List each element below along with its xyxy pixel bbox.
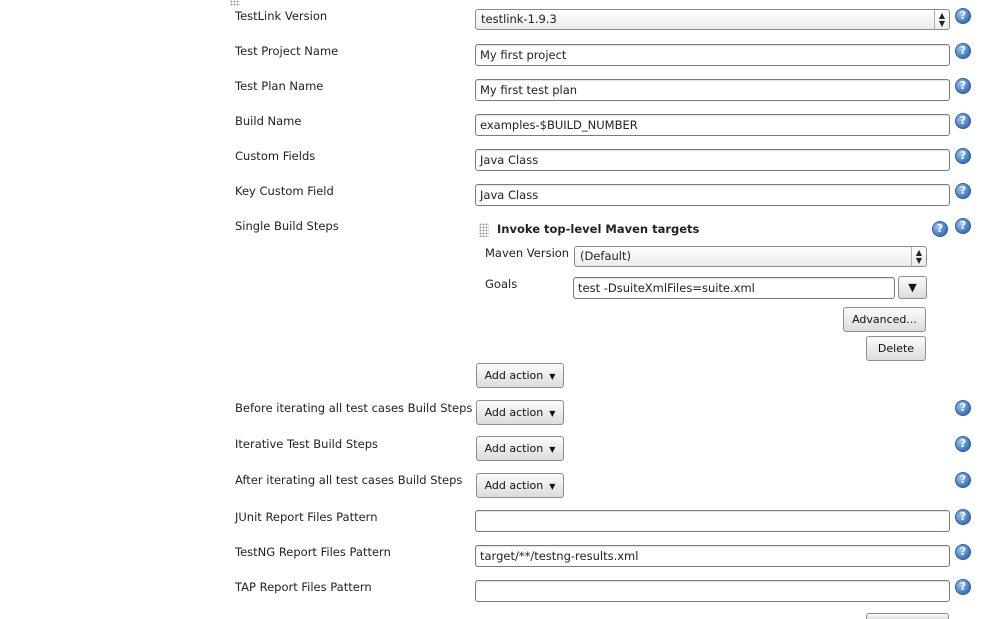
expand-arrow-icon: ▼ (908, 281, 917, 294)
key-custom-field-input[interactable]: Java Class (475, 184, 950, 206)
testlink-version-select[interactable]: testlink-1.9.3 ▲ ▼ (475, 9, 950, 30)
maven-version-label: Maven Version (485, 246, 570, 260)
caret-down-icon: ▼ (549, 408, 556, 418)
testlink-version-label: TestLink Version (235, 9, 328, 23)
help-icon[interactable]: ? (955, 400, 971, 416)
add-action-button[interactable]: Add action ▼ (476, 400, 564, 425)
junit-pattern-label: JUnit Report Files Pattern (235, 510, 378, 524)
project-name-input[interactable]: My first project (475, 44, 950, 66)
help-icon[interactable]: ? (932, 221, 948, 237)
project-name-label: Test Project Name (235, 44, 339, 58)
plan-name-label: Test Plan Name (235, 79, 324, 93)
add-action-button[interactable]: Add action ▼ (476, 436, 564, 461)
add-action-button[interactable]: Add action ▼ (476, 363, 564, 388)
custom-fields-label: Custom Fields (235, 149, 316, 163)
help-icon[interactable]: ? (955, 472, 971, 488)
partial-button[interactable] (866, 613, 949, 619)
build-name-input[interactable]: examples-$BUILD_NUMBER (475, 114, 950, 136)
select-arrows-icon: ▲ ▼ (934, 10, 949, 29)
help-icon[interactable]: ? (955, 183, 971, 199)
help-icon[interactable]: ? (955, 218, 971, 234)
tap-pattern-input[interactable] (475, 580, 950, 602)
after-steps-label: After iterating all test cases Build Ste… (235, 473, 463, 487)
testng-pattern-input[interactable]: target/**/testng-results.xml (475, 545, 950, 567)
help-icon[interactable]: ? (955, 579, 971, 595)
add-action-label: Add action (484, 406, 544, 419)
caret-down-icon: ▼ (549, 481, 556, 491)
add-action-label: Add action (484, 369, 544, 382)
caret-down-icon: ▼ (549, 444, 556, 454)
goals-input[interactable]: test -DsuiteXmlFiles=suite.xml (573, 277, 895, 299)
add-action-button[interactable]: Add action ▼ (476, 473, 564, 498)
select-arrows-icon: ▲ ▼ (911, 247, 926, 266)
junit-pattern-input[interactable] (475, 510, 950, 532)
help-icon[interactable]: ? (955, 509, 971, 525)
step-drag-handle[interactable] (479, 223, 489, 237)
help-icon[interactable]: ? (955, 544, 971, 560)
delete-step-button[interactable]: Delete (866, 336, 926, 361)
help-icon[interactable]: ? (955, 148, 971, 164)
testlink-version-value: testlink-1.9.3 (481, 12, 557, 26)
maven-version-select[interactable]: (Default) ▲ ▼ (574, 246, 927, 267)
add-action-label: Add action (484, 442, 544, 455)
custom-fields-input[interactable]: Java Class (475, 149, 950, 171)
help-icon[interactable]: ? (955, 113, 971, 129)
maven-version-value: (Default) (580, 249, 631, 263)
single-build-steps-label: Single Build Steps (235, 219, 339, 233)
add-action-label: Add action (484, 479, 544, 492)
help-icon[interactable]: ? (955, 8, 971, 24)
plan-name-input[interactable]: My first test plan (475, 79, 950, 101)
tap-pattern-label: TAP Report Files Pattern (235, 580, 372, 594)
goals-label: Goals (485, 277, 518, 291)
caret-down-icon: ▼ (549, 371, 556, 381)
help-icon[interactable]: ? (955, 78, 971, 94)
maven-step-title: Invoke top-level Maven targets (497, 222, 700, 236)
help-icon[interactable]: ? (955, 436, 971, 452)
key-custom-field-label: Key Custom Field (235, 184, 334, 198)
testng-pattern-label: TestNG Report Files Pattern (235, 545, 391, 559)
before-steps-label: Before iterating all test cases Build St… (235, 401, 473, 415)
goals-expand-button[interactable]: ▼ (898, 276, 927, 299)
section-drag-handle[interactable] (230, 0, 240, 6)
iterative-steps-label: Iterative Test Build Steps (235, 437, 378, 451)
build-name-label: Build Name (235, 114, 302, 128)
advanced-button[interactable]: Advanced... (843, 307, 926, 332)
help-icon[interactable]: ? (955, 43, 971, 59)
